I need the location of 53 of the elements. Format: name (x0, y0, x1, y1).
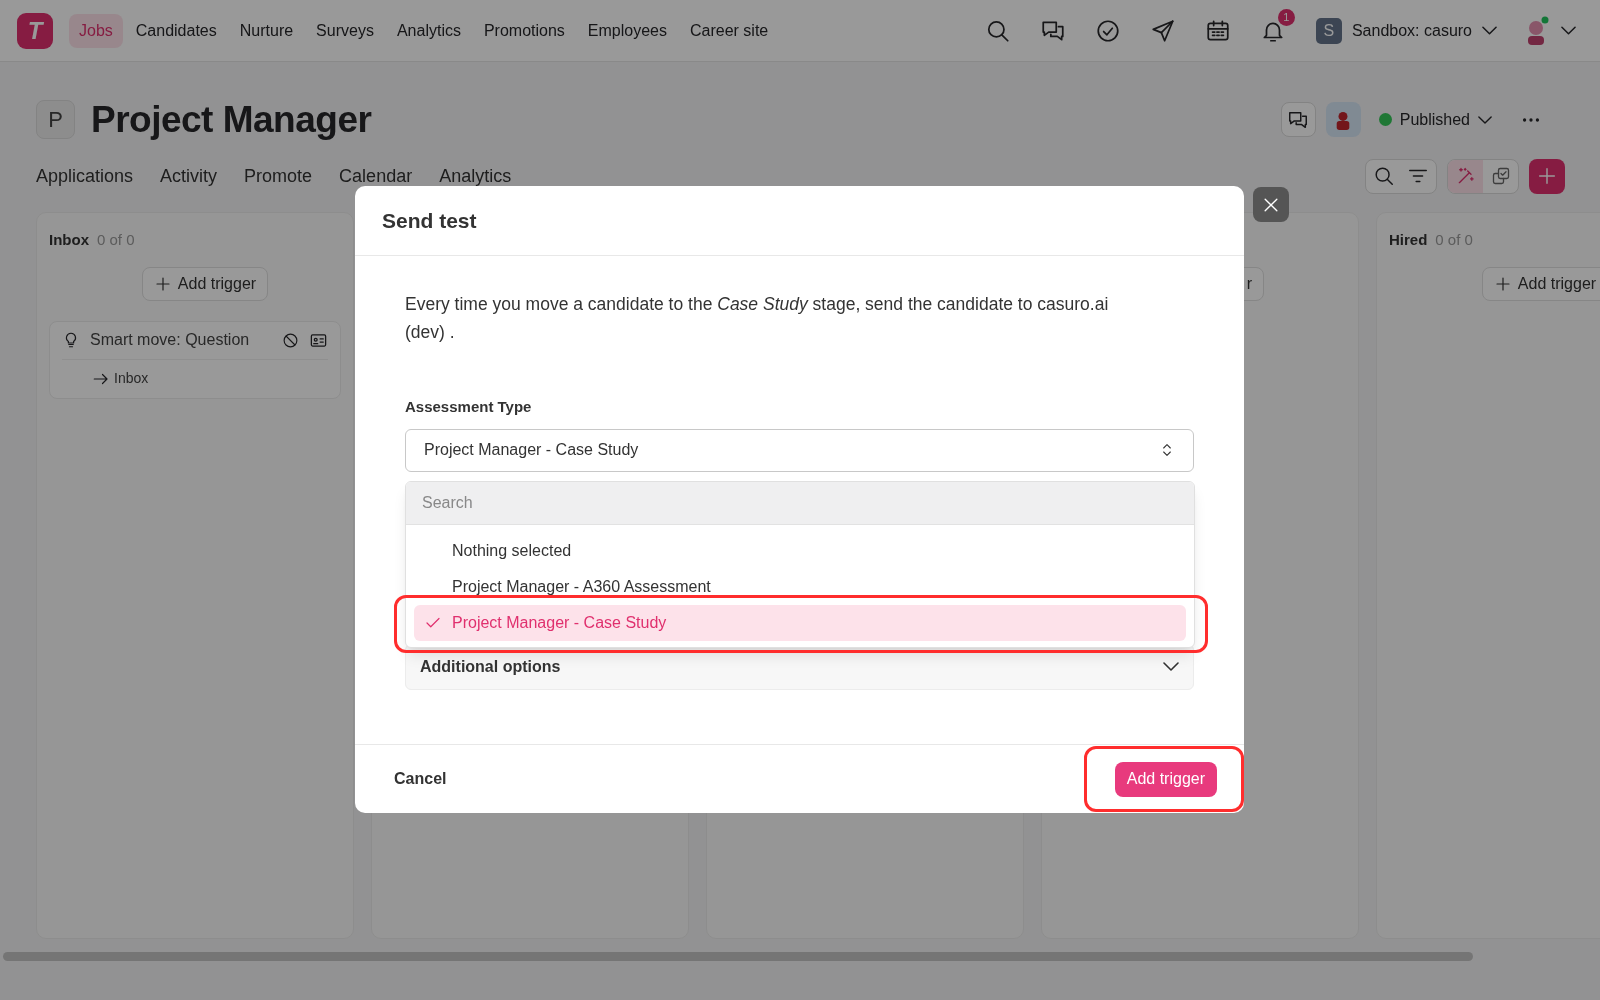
add-trigger-button[interactable]: Add trigger (1114, 761, 1217, 797)
tab[interactable]: Analytics (439, 162, 512, 190)
disable-icon[interactable] (282, 331, 299, 349)
tab[interactable]: Promote (244, 162, 313, 190)
page-title: Project Manager (91, 97, 372, 142)
chevron-down-icon[interactable] (1561, 26, 1576, 35)
column-count: 0 of 0 (97, 230, 135, 250)
nav-item[interactable]: Career site (680, 13, 779, 48)
chevron-down-icon (1163, 662, 1179, 671)
nav-item[interactable]: Candidates (125, 13, 227, 48)
add-trigger-button[interactable]: Add trigger (141, 266, 269, 301)
magic-wand-button[interactable] (1448, 159, 1483, 193)
nav-item[interactable]: Promotions (473, 13, 575, 48)
column-title: Hired (1389, 230, 1428, 250)
assessment-type-select[interactable]: Project Manager - Case Study (405, 428, 1194, 472)
search-field[interactable]: Search (406, 482, 1194, 525)
tab[interactable]: Calendar (339, 162, 413, 190)
send-icon[interactable] (1149, 17, 1176, 44)
avatar[interactable] (1325, 102, 1361, 137)
chevron-down-icon (1478, 115, 1492, 124)
dropdown-option[interactable]: Project Manager - A360 Assessment (414, 569, 1186, 605)
logo[interactable]: T (17, 12, 53, 49)
column-title: Inbox (49, 230, 89, 250)
add-trigger-button[interactable]: Add trigger (1481, 266, 1600, 301)
notification-badge: 1 (1277, 8, 1295, 26)
nav-item[interactable]: Nurture (229, 13, 304, 48)
dropdown-option[interactable]: Nothing selected (414, 533, 1186, 569)
status-dropdown[interactable]: Published (1378, 102, 1492, 137)
cancel-button[interactable]: Cancel (394, 767, 447, 791)
column-count: 0 of 0 (1435, 230, 1473, 250)
search-icon[interactable] (1373, 165, 1395, 187)
tab[interactable]: Applications (36, 162, 134, 190)
tab[interactable]: Activity (160, 162, 218, 190)
job-initial: P (36, 100, 75, 139)
trigger-card[interactable]: Smart move: Question Inbox (49, 320, 341, 399)
calendar-icon[interactable] (1204, 17, 1231, 44)
nav-item[interactable]: Analytics (386, 13, 471, 48)
trigger-target: Inbox (114, 369, 149, 388)
nav-item[interactable]: Surveys (306, 13, 384, 48)
dialog-title: Send test (382, 207, 477, 234)
chevron-down-icon (1482, 26, 1497, 35)
close-button[interactable] (1253, 187, 1289, 222)
workspace-switcher[interactable]: S Sandbox: casuro (1313, 13, 1499, 48)
nav-item[interactable]: Employees (577, 13, 677, 48)
copy-icon (1490, 166, 1511, 186)
add-button[interactable] (1529, 158, 1565, 194)
plus-icon (1536, 165, 1558, 187)
chat-button[interactable] (1280, 102, 1316, 137)
dropdown-option[interactable]: Project Manager - Case Study (414, 605, 1186, 641)
description-text: Every time you move a candidate to the Case Study stage, send the candidate to casuro.ai (dev) . (405, 293, 1110, 344)
trigger-title: Smart move: Question (90, 330, 251, 350)
check-circle-icon[interactable] (1094, 17, 1121, 44)
field-label: Assessment Type (405, 397, 533, 417)
